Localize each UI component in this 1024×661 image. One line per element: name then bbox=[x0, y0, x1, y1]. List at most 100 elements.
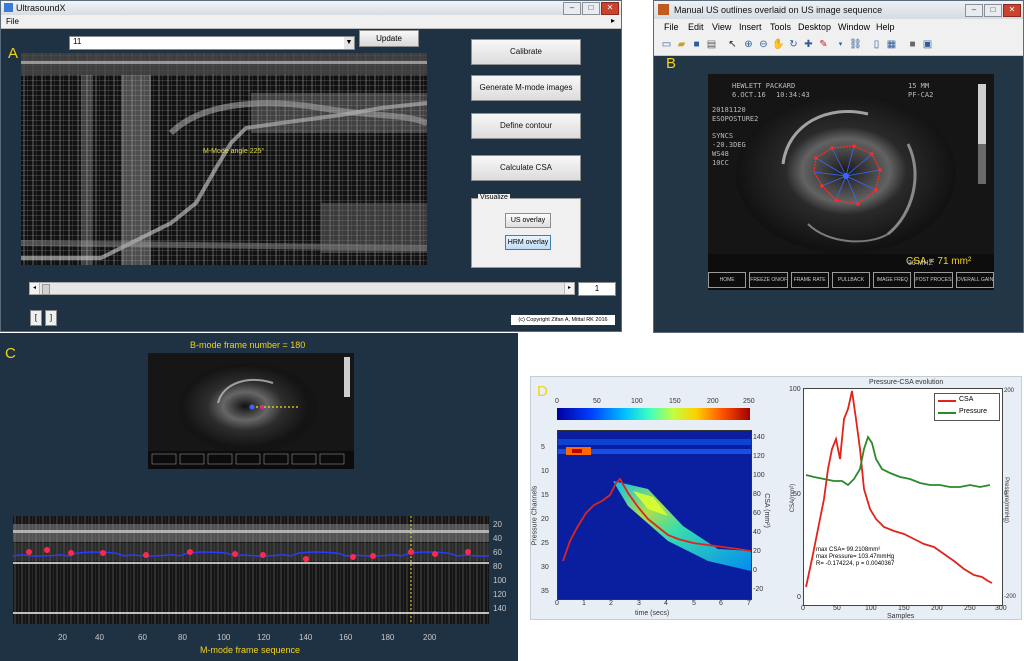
csa-value: CSA = 71 mm² bbox=[906, 256, 972, 267]
define-contour-button[interactable]: Define contour bbox=[471, 113, 581, 139]
us-image-overlay: HEWLETT PACKARD 15 MM PF-CA2 6.OCT.16 10… bbox=[708, 74, 994, 290]
update-button[interactable]: Update bbox=[359, 30, 419, 47]
colorbar-ticks: 0 50 100 150 200 250 bbox=[555, 398, 772, 408]
close-icon[interactable]: ✕ bbox=[1003, 4, 1021, 17]
menu-view[interactable]: View bbox=[712, 22, 731, 32]
heatmap-y2-tick: 140 bbox=[753, 434, 765, 441]
show-tools-icon[interactable]: ▣ bbox=[921, 38, 934, 51]
contour-marker bbox=[465, 549, 471, 555]
minimize-icon[interactable]: – bbox=[563, 2, 581, 15]
maximize-icon[interactable]: □ bbox=[984, 4, 1002, 17]
rotate-icon[interactable]: ↻ bbox=[787, 38, 800, 51]
frame-dropdown[interactable]: 11 ▼ bbox=[69, 36, 355, 50]
contour-marker bbox=[187, 549, 193, 555]
y-tick: 40 bbox=[493, 534, 502, 543]
close-icon[interactable]: ✕ bbox=[601, 2, 619, 15]
slider-thumb[interactable] bbox=[42, 284, 50, 295]
print-icon[interactable]: ▤ bbox=[705, 38, 718, 51]
mmode-angle-label: M-Mode angle 225° bbox=[203, 148, 265, 155]
mmode-sequence-svg bbox=[12, 516, 490, 624]
heatmap-x-tick: 5 bbox=[692, 600, 696, 607]
overlay-volume: 10CC bbox=[712, 159, 729, 167]
prev-frame-button[interactable]: [ bbox=[30, 310, 42, 326]
frame-number-field[interactable]: 1 bbox=[578, 282, 616, 296]
heatmap-y2-tick: 60 bbox=[753, 510, 761, 517]
x-tick: 200 bbox=[423, 633, 437, 642]
y-tick: 140 bbox=[493, 604, 507, 613]
menu-tools[interactable]: Tools bbox=[770, 22, 791, 32]
menu-window[interactable]: Window bbox=[838, 22, 870, 32]
legend-icon[interactable]: ▦ bbox=[885, 38, 898, 51]
legend-pressure-swatch bbox=[938, 412, 956, 414]
colorbar-tick: 0 bbox=[555, 398, 559, 405]
matlab-figure-window: Manual US outlines overlaid on US image … bbox=[653, 0, 1024, 333]
hide-tools-icon[interactable]: ■ bbox=[906, 38, 919, 51]
contour-marker bbox=[143, 552, 149, 558]
pointer-icon[interactable]: ↖ bbox=[726, 38, 739, 51]
evo-stats: max CSA= 99.2108mm² max Pressure= 103.47… bbox=[816, 547, 894, 568]
menu-insert[interactable]: Insert bbox=[739, 22, 762, 32]
overlay-study-name: ESOPOSTURE2 bbox=[712, 115, 759, 123]
slider-right-arrow-icon[interactable]: ▸ bbox=[564, 283, 574, 294]
menu-file[interactable]: File bbox=[664, 22, 679, 32]
brush-icon[interactable]: ✎ bbox=[817, 38, 830, 51]
menu-help[interactable]: Help bbox=[876, 22, 895, 32]
data-cursor-icon[interactable]: ✚ bbox=[802, 38, 815, 51]
heatmap-x-tick: 0 bbox=[555, 600, 559, 607]
stat-max-pressure: max Pressure= 103.47mmHg bbox=[816, 554, 895, 560]
frame-slider[interactable]: ◂ ▸ bbox=[29, 282, 575, 295]
softkey-pullback: PULLBACK bbox=[831, 272, 871, 288]
slider-left-arrow-icon[interactable]: ◂ bbox=[30, 283, 40, 294]
mmode-xlabel: M-mode frame sequence bbox=[200, 645, 301, 655]
contour-marker bbox=[26, 549, 32, 555]
generate-mmode-button[interactable]: Generate M-mode images bbox=[471, 75, 581, 101]
zoom-out-icon[interactable]: ⊖ bbox=[757, 38, 770, 51]
colorbar-icon[interactable]: ▯ bbox=[870, 38, 883, 51]
overlay-study-id: 20181120 bbox=[712, 106, 746, 114]
zoom-in-icon[interactable]: ⊕ bbox=[742, 38, 755, 51]
pan-icon[interactable]: ✋ bbox=[772, 38, 785, 51]
new-figure-icon[interactable]: ▭ bbox=[660, 38, 673, 51]
brush-dropdown-icon[interactable]: ▾ bbox=[834, 38, 847, 51]
window-a-title: UltrasoundX bbox=[16, 3, 66, 13]
minimize-icon[interactable]: – bbox=[965, 4, 983, 17]
figure-toolbar: ▭ ▰ ■ ▤ ↖ ⊕ ⊖ ✋ ↻ ✚ ✎ ▾ ⛓ ▯ ▦ ■ ▣ bbox=[654, 35, 1023, 56]
heatmap-x-tick: 3 bbox=[637, 600, 641, 607]
evo-x-tick: 0 bbox=[801, 605, 805, 612]
y-tick: 120 bbox=[493, 590, 507, 599]
overlay-header: HEWLETT PACKARD bbox=[732, 82, 796, 90]
panel-label-b: B bbox=[666, 55, 677, 72]
heatmap-x-tick: 7 bbox=[747, 600, 751, 607]
softkey-post-process: POST PROCESS bbox=[914, 272, 953, 288]
mmode-y-axis: 20 40 60 80 100 120 140 bbox=[493, 520, 518, 630]
window-b-title: Manual US outlines overlaid on US image … bbox=[674, 5, 883, 15]
menu-desktop[interactable]: Desktop bbox=[798, 22, 831, 32]
link-icon[interactable]: ⛓ bbox=[849, 38, 862, 51]
contour-marker bbox=[350, 554, 356, 560]
overlay-date: 6.OCT.16 bbox=[732, 91, 766, 99]
colorbar-tick: 150 bbox=[669, 398, 681, 405]
softkey-frame-rate: FRAME RATE bbox=[790, 272, 829, 288]
maximize-icon[interactable]: □ bbox=[582, 2, 600, 15]
evo-x-tick: 300 bbox=[995, 605, 1007, 612]
evo-y2-tick: 200 bbox=[1004, 388, 1015, 394]
heatmap-y-tick: 20 bbox=[541, 516, 549, 523]
calibrate-button[interactable]: Calibrate bbox=[471, 39, 581, 65]
next-frame-button[interactable]: ] bbox=[45, 310, 57, 326]
save-icon[interactable]: ■ bbox=[690, 38, 703, 51]
hrm-overlay-button[interactable]: HRM overlay bbox=[505, 235, 551, 250]
evo-xlabel: Samples bbox=[887, 613, 915, 620]
chevron-down-icon[interactable]: ▼ bbox=[344, 37, 354, 49]
calculate-csa-button[interactable]: Calculate CSA bbox=[471, 155, 581, 181]
panel-label-a: A bbox=[8, 45, 19, 62]
us-overlay-button[interactable]: US overlay bbox=[505, 213, 551, 228]
heatmap-y2-tick: 20 bbox=[753, 548, 761, 555]
menu-edit[interactable]: Edit bbox=[688, 22, 704, 32]
open-icon[interactable]: ▰ bbox=[675, 38, 688, 51]
menu-arrow-icon[interactable]: ▸ bbox=[611, 16, 615, 25]
mmode-texture bbox=[21, 53, 427, 265]
colorbar-tick: 50 bbox=[593, 398, 601, 405]
menu-file[interactable]: File bbox=[6, 17, 19, 26]
x-tick: 60 bbox=[138, 633, 147, 642]
stat-max-csa: max CSA= 99.2108mm² bbox=[816, 547, 881, 553]
